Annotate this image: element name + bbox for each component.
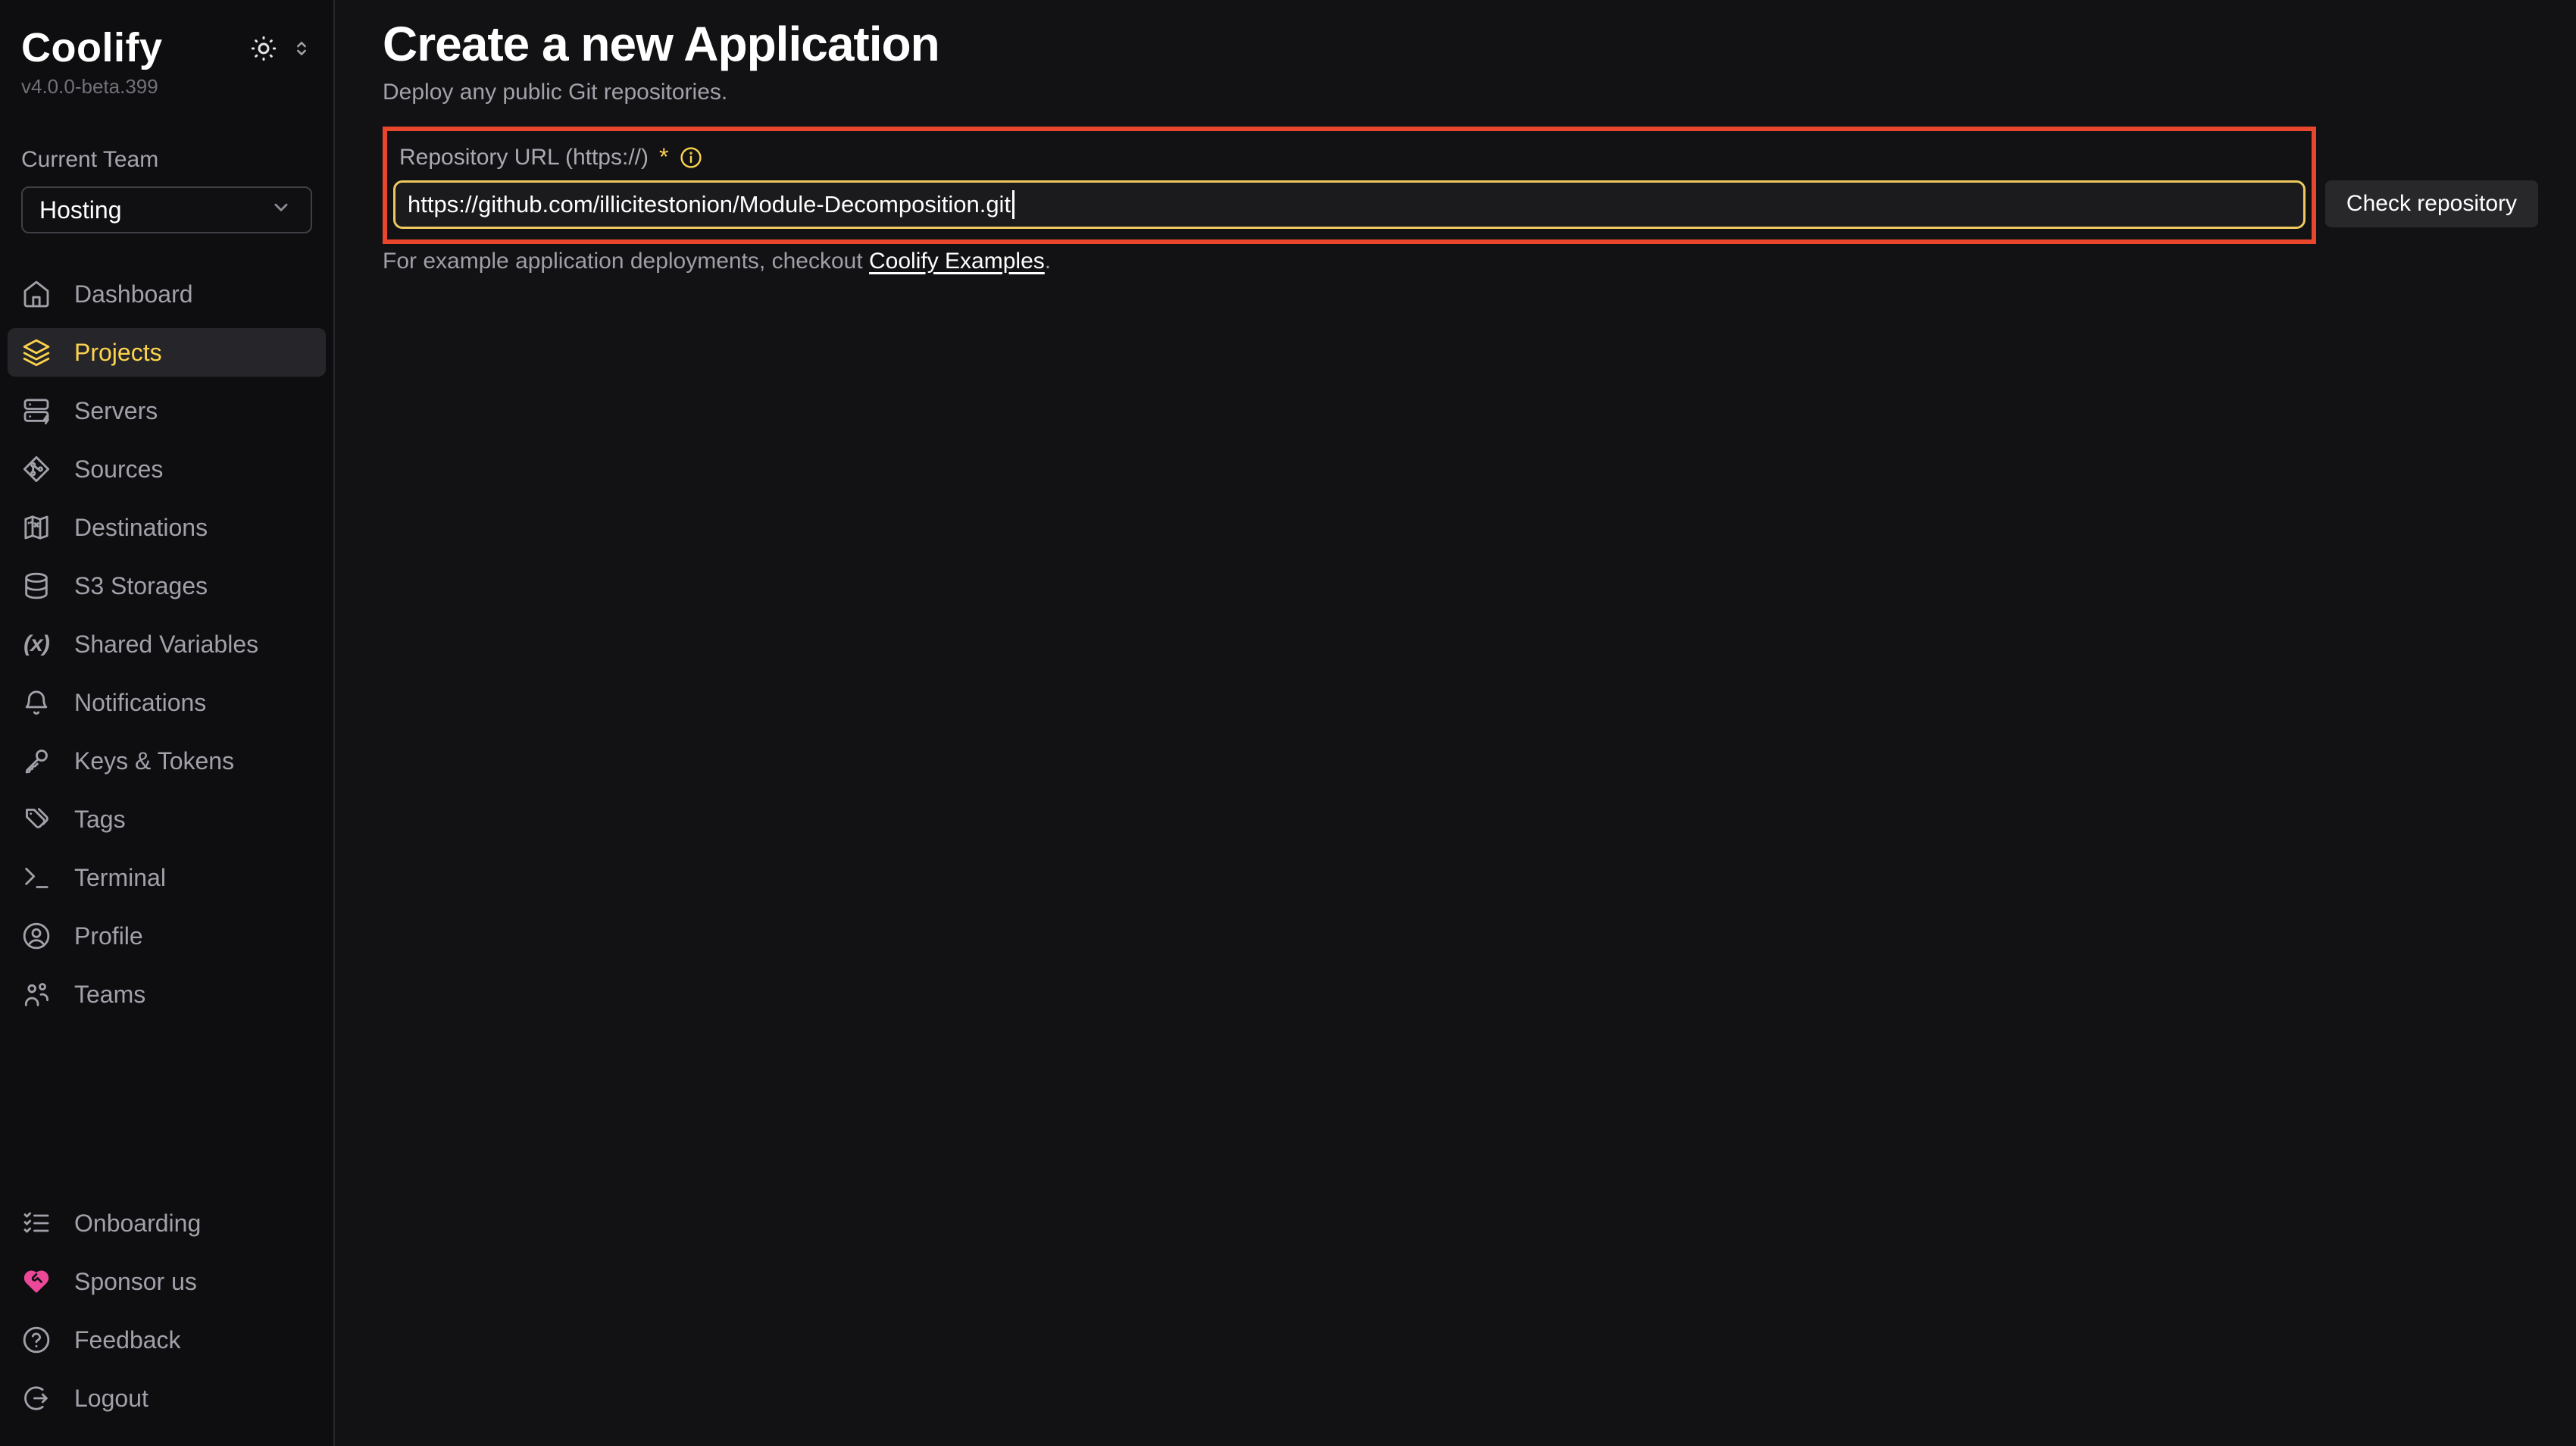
- sidebar-nav: Dashboard Projects Servers Sources Destinati…: [0, 270, 333, 1432]
- sidebar-item-label: Sources: [74, 455, 163, 484]
- repository-url-value: https://github.com/illicitestonion/Modul…: [408, 191, 1011, 218]
- main-content: Create a new Application Deploy any publ…: [336, 0, 2576, 1446]
- tag-icon: [21, 804, 52, 834]
- sidebar-header: Coolify: [0, 26, 333, 70]
- check-repository-button[interactable]: Check repository: [2325, 180, 2538, 227]
- app-logo: Coolify: [21, 26, 163, 70]
- key-icon: [21, 746, 52, 776]
- sidebar-item-label: Sponsor us: [74, 1268, 197, 1296]
- database-icon: [21, 571, 52, 601]
- heart-icon: [21, 1266, 52, 1297]
- repository-url-label: Repository URL (https://): [399, 145, 649, 171]
- help-icon: [21, 1325, 52, 1355]
- sidebar-item-servers[interactable]: Servers: [8, 387, 326, 435]
- git-icon: [21, 454, 52, 484]
- sidebar-item-onboarding[interactable]: Onboarding: [8, 1199, 326, 1247]
- sidebar-item-terminal[interactable]: Terminal: [8, 853, 326, 902]
- sidebar-item-label: Teams: [74, 981, 145, 1009]
- sidebar-item-feedback[interactable]: Feedback: [8, 1316, 326, 1364]
- sun-icon[interactable]: [249, 33, 279, 64]
- sidebar-item-tags[interactable]: Tags: [8, 795, 326, 844]
- page-title: Create a new Application: [383, 18, 2538, 70]
- repository-form: Repository URL (https://) * https://gith…: [383, 127, 2538, 244]
- map-icon: [21, 512, 52, 543]
- user-circle-icon: [21, 921, 52, 951]
- sidebar-item-label: Dashboard: [74, 280, 193, 308]
- sidebar-item-sponsor-us[interactable]: Sponsor us: [8, 1257, 326, 1306]
- required-marker: *: [659, 143, 668, 171]
- sidebar-item-label: Notifications: [74, 689, 206, 717]
- sidebar-item-notifications[interactable]: Notifications: [8, 678, 326, 727]
- sidebar-item-profile[interactable]: Profile: [8, 912, 326, 960]
- layers-icon: [21, 337, 52, 368]
- logout-icon: [21, 1383, 52, 1413]
- sidebar-item-projects[interactable]: Projects: [8, 328, 326, 377]
- sidebar-item-label: Terminal: [74, 864, 166, 892]
- sidebar: Coolify v4.0.0-beta.399 Current Team Hos…: [0, 0, 335, 1446]
- sidebar-item-s3-storages[interactable]: S3 Storages: [8, 562, 326, 610]
- sidebar-item-label: Feedback: [74, 1326, 181, 1354]
- server-icon: [21, 396, 52, 426]
- unfold-icon[interactable]: [291, 38, 312, 59]
- page-subtitle: Deploy any public Git repositories.: [383, 80, 2538, 105]
- terminal-icon: [21, 862, 52, 893]
- highlight-box: Repository URL (https://) * https://gith…: [383, 127, 2316, 244]
- sidebar-item-label: Servers: [74, 397, 158, 425]
- variables-icon: (x): [21, 629, 52, 659]
- sidebar-item-teams[interactable]: Teams: [8, 970, 326, 1019]
- users-icon: [21, 979, 52, 1009]
- sidebar-item-label: Destinations: [74, 514, 208, 542]
- sidebar-item-label: Keys & Tokens: [74, 747, 234, 775]
- sidebar-item-label: Profile: [74, 922, 143, 950]
- helper-text: For example application deployments, che…: [383, 249, 2538, 274]
- chevron-down-icon: [268, 194, 294, 226]
- team-select[interactable]: Hosting: [21, 186, 312, 233]
- sidebar-item-label: S3 Storages: [74, 572, 208, 600]
- sidebar-item-logout[interactable]: Logout: [8, 1374, 326, 1423]
- checklist-icon: [21, 1208, 52, 1238]
- info-icon[interactable]: [679, 146, 703, 170]
- bell-icon: [21, 687, 52, 718]
- team-select-value: Hosting: [39, 196, 122, 224]
- sidebar-item-sources[interactable]: Sources: [8, 445, 326, 493]
- app-version: v4.0.0-beta.399: [0, 75, 333, 99]
- home-icon: [21, 279, 52, 309]
- sidebar-item-label: Onboarding: [74, 1210, 201, 1238]
- sidebar-item-label: Shared Variables: [74, 631, 258, 659]
- sidebar-item-label: Projects: [74, 339, 162, 367]
- coolify-examples-link[interactable]: Coolify Examples: [869, 249, 1045, 274]
- sidebar-item-shared-variables[interactable]: (x) Shared Variables: [8, 620, 326, 668]
- text-caret: [1012, 190, 1014, 219]
- current-team-label: Current Team: [0, 147, 333, 173]
- sidebar-item-label: Logout: [74, 1385, 148, 1413]
- repository-url-input[interactable]: https://github.com/illicitestonion/Modul…: [393, 180, 2306, 229]
- sidebar-item-dashboard[interactable]: Dashboard: [8, 270, 326, 318]
- sidebar-item-destinations[interactable]: Destinations: [8, 503, 326, 552]
- sidebar-item-keys-tokens[interactable]: Keys & Tokens: [8, 737, 326, 785]
- sidebar-item-label: Tags: [74, 806, 126, 834]
